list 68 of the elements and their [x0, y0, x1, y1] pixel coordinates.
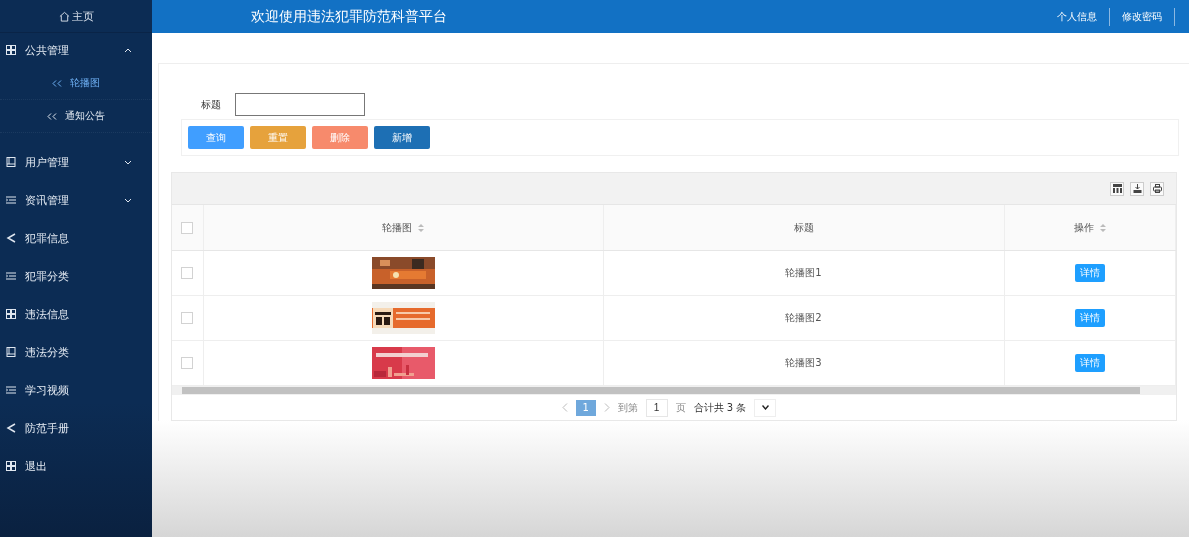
print-icon — [1152, 184, 1162, 193]
menu-item[interactable]: 公共管理 — [0, 33, 152, 67]
menu-item[interactable]: 违法信息 — [0, 295, 152, 333]
menu-item[interactable]: 犯罪信息 — [0, 219, 152, 257]
field-label: 标题 — [201, 97, 221, 112]
checkbox[interactable] — [181, 221, 194, 234]
checkbox[interactable] — [181, 312, 194, 324]
grid-icon — [6, 461, 16, 471]
action-button[interactable]: 新增 — [374, 126, 430, 149]
menu-label: 违法分类 — [25, 344, 70, 360]
page-input[interactable]: 1 — [645, 398, 668, 417]
table-cell: 轮播图3 — [603, 340, 1004, 386]
scrollbar-thumb[interactable] — [182, 387, 1140, 394]
total-count: 合计共 3 条 — [693, 400, 747, 415]
menu-label: 学习视频 — [25, 382, 70, 398]
caret-icon — [761, 405, 769, 410]
column-header-label: 轮播图 — [382, 220, 412, 235]
page-title: 欢迎使用违法犯罪防范科普平台 — [251, 7, 448, 26]
home-label: 主页 — [71, 8, 94, 24]
double-arrow-icon — [52, 79, 62, 87]
column-filter-button[interactable] — [1110, 181, 1124, 196]
menu-label: 犯罪信息 — [25, 230, 70, 246]
menu-label: 用户管理 — [25, 154, 70, 170]
export-button[interactable] — [1130, 181, 1144, 196]
chevron-left-icon — [561, 403, 568, 412]
title-input[interactable] — [235, 93, 365, 116]
column-header-label: 操作 — [1073, 220, 1094, 235]
header-link[interactable]: 修改密码 — [1110, 7, 1175, 26]
list-icon — [6, 385, 16, 395]
submenu-label: 轮播图 — [70, 76, 100, 90]
share-icon — [6, 423, 16, 433]
share-icon — [6, 233, 16, 243]
checkbox[interactable] — [181, 267, 194, 279]
list-icon — [6, 195, 16, 205]
table-cell: 轮播图2 — [603, 295, 1004, 341]
book-icon — [6, 157, 16, 167]
menu-label: 犯罪分类 — [25, 268, 70, 284]
menu-label: 公共管理 — [25, 42, 70, 58]
columns-icon — [1112, 184, 1122, 193]
menu-item[interactable]: 用户管理 — [0, 143, 152, 181]
horizontal-scrollbar[interactable] — [172, 386, 1176, 395]
page-unit-label: 页 — [675, 400, 686, 415]
menu-item[interactable]: 资讯管理 — [0, 181, 152, 219]
home-icon — [58, 10, 70, 22]
book-icon — [6, 347, 16, 357]
menu-item[interactable]: 犯罪分类 — [0, 257, 152, 295]
menu-label: 违法信息 — [25, 306, 70, 322]
column-header-label: 标题 — [793, 220, 814, 235]
menu-item[interactable]: 防范手册 — [0, 409, 152, 447]
grid-icon — [6, 45, 16, 55]
menu-label: 退出 — [25, 458, 48, 474]
list-icon — [6, 271, 16, 281]
page-size-select[interactable] — [754, 398, 777, 417]
menu-item[interactable]: 学习视频 — [0, 371, 152, 409]
menu-item[interactable]: 退出 — [0, 447, 152, 485]
grid-icon — [6, 309, 16, 319]
chevron-right-icon — [603, 403, 610, 412]
export-icon — [1132, 184, 1142, 193]
menu-label: 防范手册 — [25, 420, 70, 436]
menu-label: 资讯管理 — [25, 192, 70, 208]
double-arrow-icon — [47, 112, 57, 120]
goto-label: 到第 — [617, 400, 638, 415]
table-cell: 轮播图1 — [603, 250, 1004, 296]
menu-item[interactable]: 违法分类 — [0, 333, 152, 371]
submenu-label: 通知公告 — [65, 109, 105, 123]
print-button[interactable] — [1150, 181, 1164, 196]
checkbox[interactable] — [181, 357, 194, 369]
header-link[interactable]: 个人信息 — [1045, 7, 1110, 26]
